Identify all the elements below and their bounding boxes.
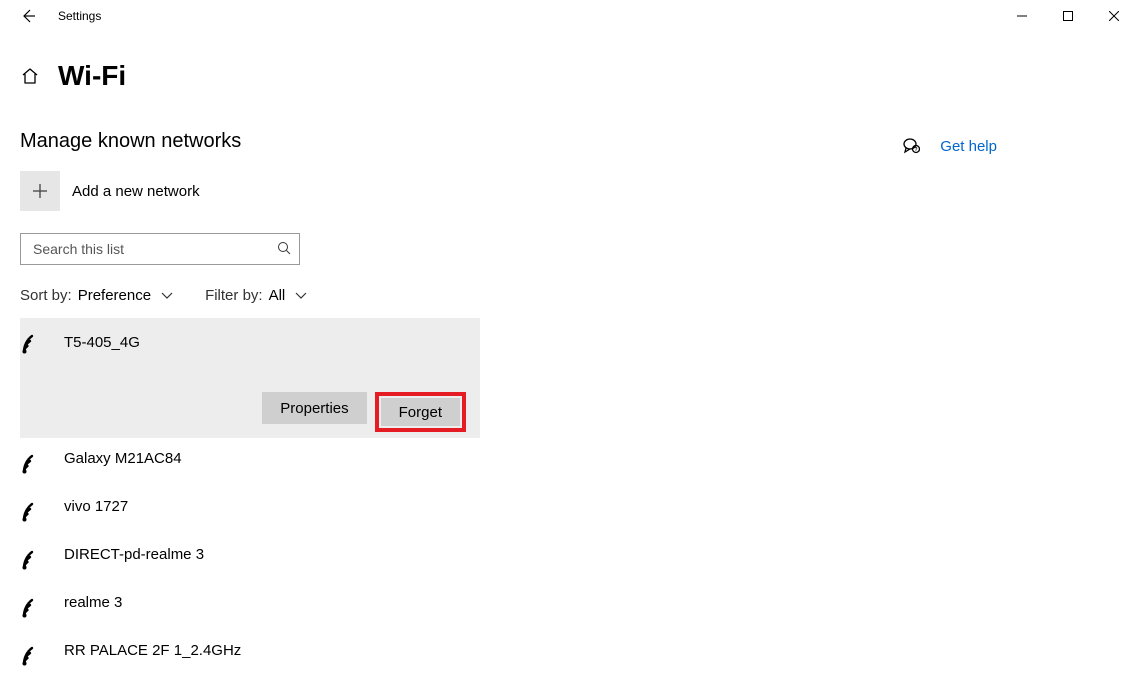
wifi-icon <box>22 594 50 618</box>
filter-by-label: Filter by: <box>205 287 263 304</box>
forget-button[interactable]: Forget <box>381 398 460 426</box>
section-title: Manage known networks <box>20 130 660 153</box>
network-item-selected[interactable]: T5-405_4G Properties Forget <box>20 318 480 438</box>
network-name: vivo 1727 <box>64 498 128 515</box>
forget-button-highlight: Forget <box>375 392 466 432</box>
add-network-label: Add a new network <box>72 183 200 200</box>
network-name: Galaxy M21AC84 <box>64 450 182 467</box>
wifi-icon <box>22 450 50 474</box>
minimize-button[interactable] <box>999 0 1045 32</box>
titlebar: Settings <box>0 0 1137 32</box>
network-name: RR PALACE 2F 1_2.4GHz <box>64 642 241 659</box>
network-name: T5-405_4G <box>64 334 140 351</box>
filter-by-dropdown[interactable]: Filter by: All <box>205 287 307 304</box>
network-name: DIRECT-pd-realme 3 <box>64 546 204 563</box>
wifi-icon <box>22 546 50 570</box>
network-item[interactable]: RR PALACE 2F 1_2.4GHz <box>20 630 480 678</box>
filter-by-value: All <box>269 287 286 304</box>
plus-icon <box>20 171 60 211</box>
network-item[interactable]: realme 3 <box>20 582 480 630</box>
titlebar-label: Settings <box>58 9 101 23</box>
close-button[interactable] <box>1091 0 1137 32</box>
network-item[interactable]: DIRECT-pd-realme 3 <box>20 534 480 582</box>
search-input[interactable] <box>31 240 277 258</box>
sort-by-label: Sort by: <box>20 287 72 304</box>
get-help-link[interactable]: Get help <box>940 138 997 155</box>
search-icon <box>277 241 291 258</box>
wifi-icon <box>22 642 50 666</box>
back-button[interactable] <box>20 8 36 24</box>
wifi-icon <box>22 498 50 522</box>
maximize-button[interactable] <box>1045 0 1091 32</box>
help-icon: ? <box>902 136 920 157</box>
sort-by-value: Preference <box>78 287 151 304</box>
properties-button[interactable]: Properties <box>262 392 366 424</box>
chevron-down-icon <box>295 287 307 304</box>
chevron-down-icon <box>161 287 173 304</box>
sort-by-dropdown[interactable]: Sort by: Preference <box>20 287 173 304</box>
wifi-icon <box>22 330 50 354</box>
add-network-button[interactable]: Add a new network <box>20 171 660 211</box>
network-name: realme 3 <box>64 594 122 611</box>
home-icon[interactable] <box>20 66 40 86</box>
network-item[interactable]: vivo 1727 <box>20 486 480 534</box>
svg-text:?: ? <box>915 147 918 153</box>
page-title: Wi-Fi <box>58 60 126 92</box>
search-box[interactable] <box>20 233 300 265</box>
network-item[interactable]: Galaxy M21AC84 <box>20 438 480 486</box>
